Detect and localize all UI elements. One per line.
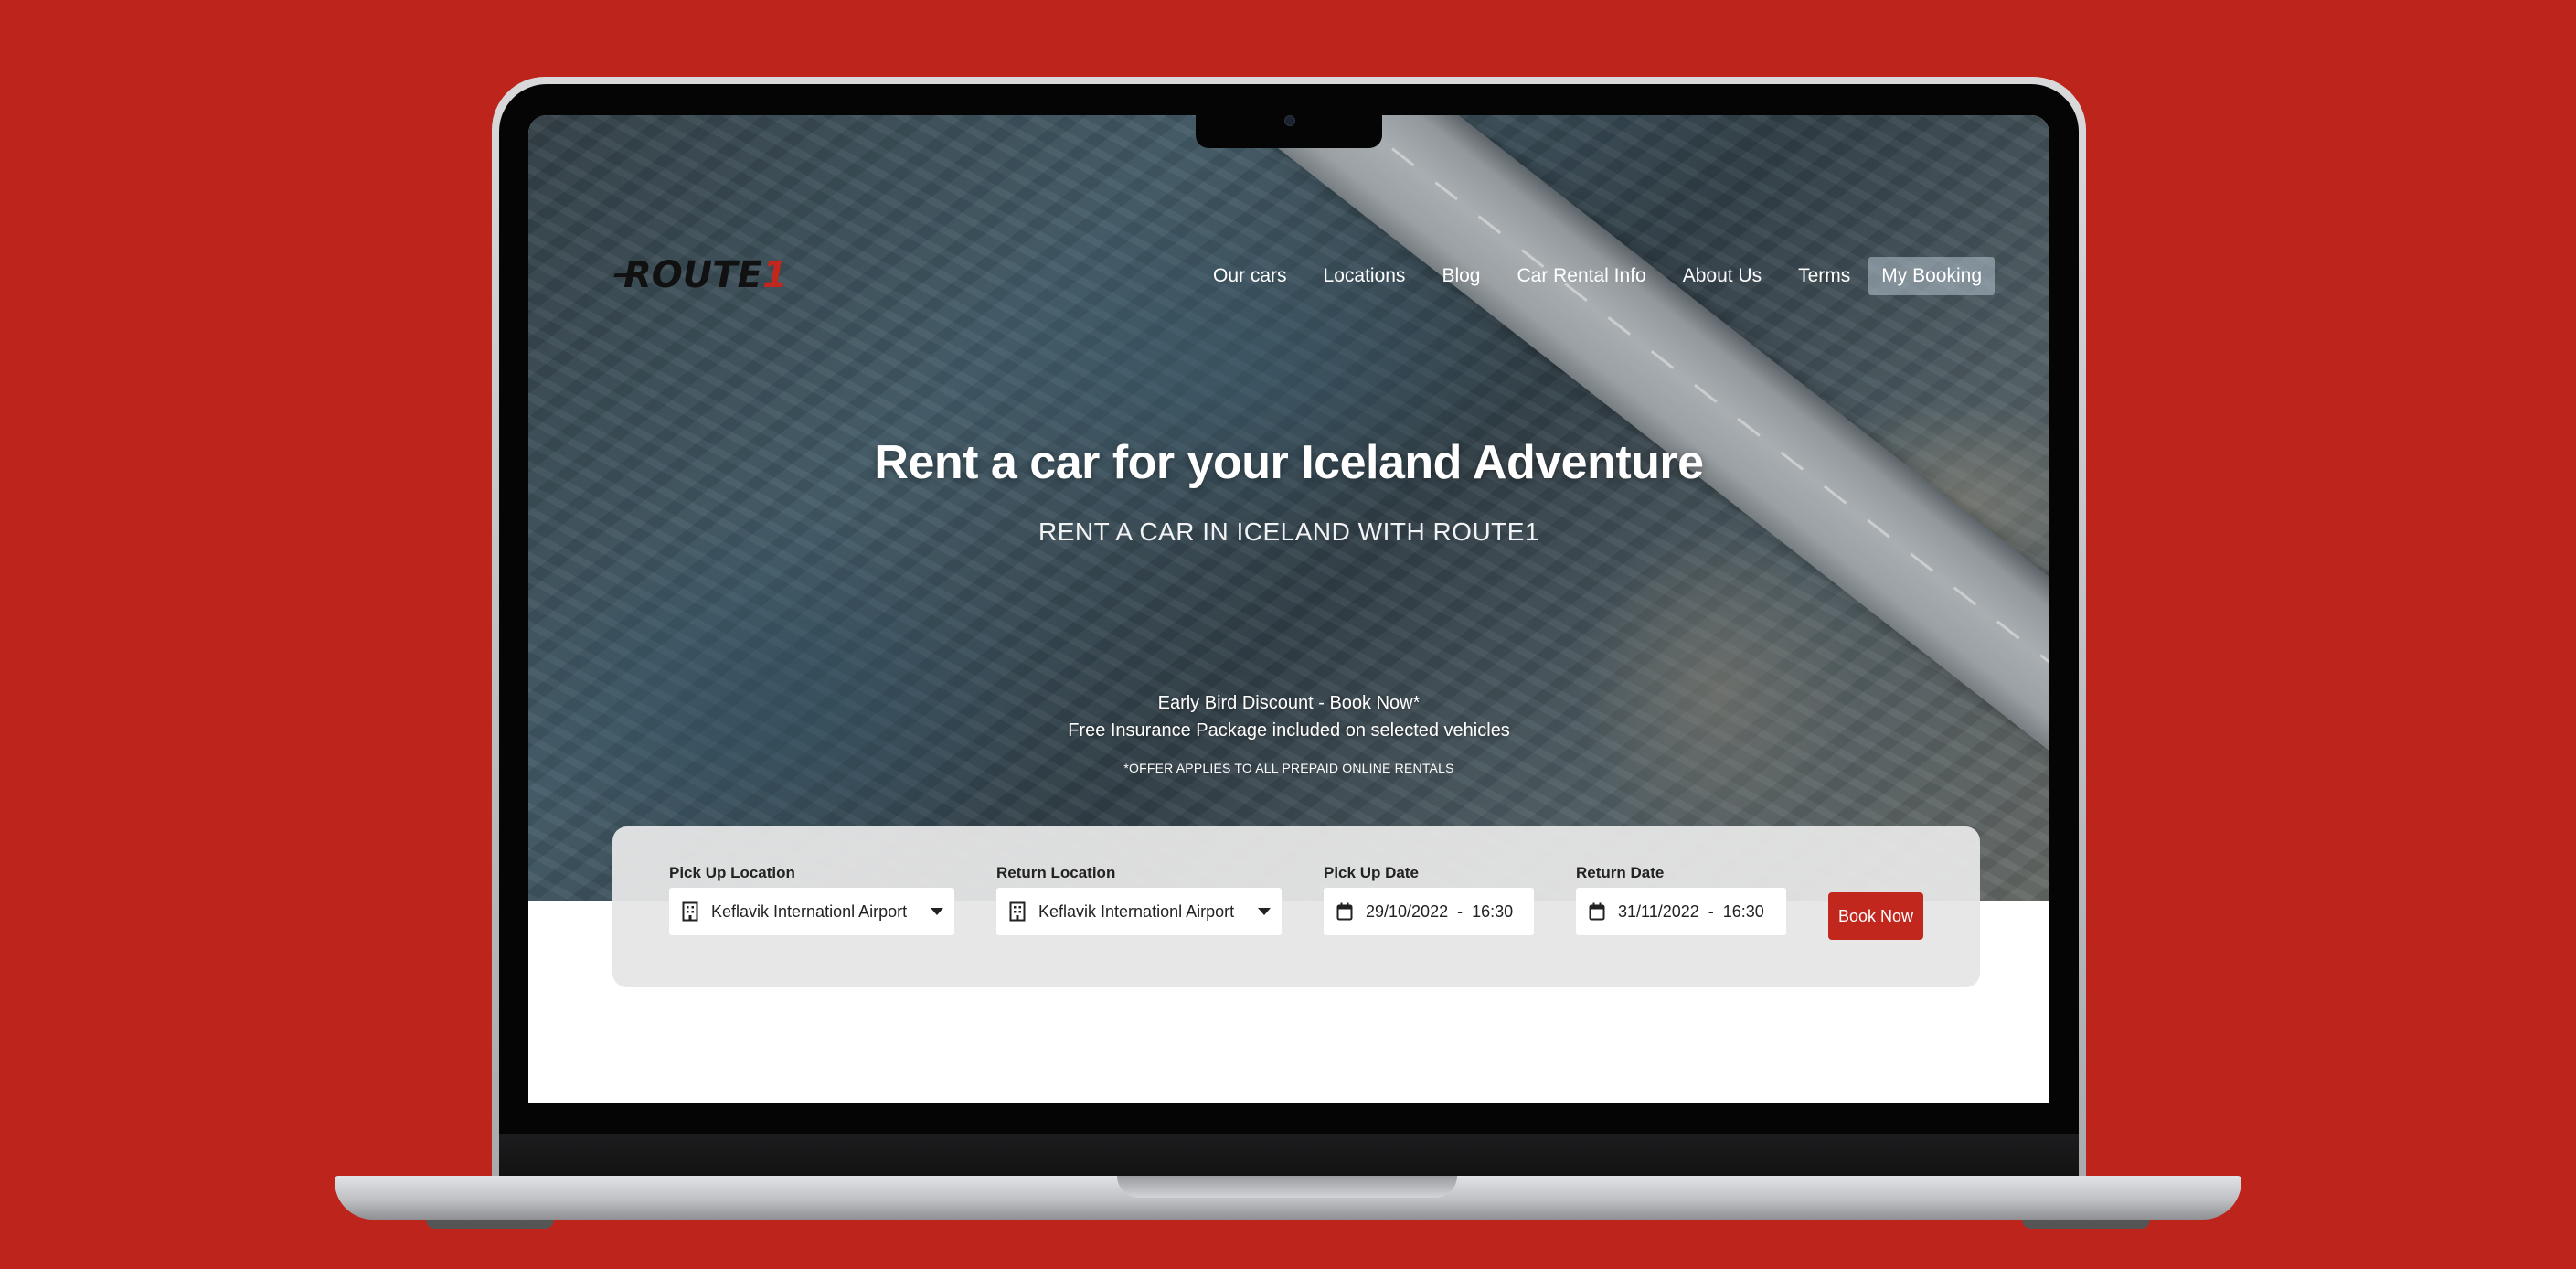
building-icon: [680, 901, 700, 922]
nav-about-us[interactable]: About Us: [1683, 265, 1762, 287]
camera-icon: [1284, 115, 1295, 126]
building-icon: [1007, 901, 1027, 922]
hero-headline: Rent a car for your Iceland Adventure: [874, 436, 1704, 489]
book-now-button[interactable]: Book Now: [1828, 892, 1923, 940]
laptop-foot-left: [426, 1220, 554, 1229]
pickup-date-field: Pick Up Date 29/10/2022 - 16:30: [1324, 863, 1534, 935]
laptop-screen: ROUTE 1 Our cars Locations Blog Car Renta…: [528, 115, 2049, 1103]
main-nav: Our cars Locations Blog Car Rental Info …: [1176, 257, 1995, 295]
return-date-label: Return Date: [1576, 864, 1665, 881]
pickup-location-select[interactable]: Keflavik Internationl Airport: [669, 888, 954, 935]
route1-logo[interactable]: ROUTE 1: [613, 252, 788, 298]
return-location-value: Keflavik Internationl Airport: [1038, 901, 1235, 921]
return-date-input[interactable]: 31/11/2022 - 16:30: [1576, 888, 1786, 935]
laptop-base-notch: [1117, 1176, 1457, 1198]
return-location-select[interactable]: Keflavik Internationl Airport: [996, 888, 1282, 935]
laptop-foot-right: [2022, 1220, 2150, 1229]
hero-subheadline: RENT A CAR IN ICELAND WITH ROUTE1: [1038, 517, 1540, 546]
booking-panel: Pick Up Location Keflavik Internationl A…: [612, 826, 1980, 987]
return-date-value: 31/11/2022 - 16:30: [1618, 901, 1764, 921]
nav-locations[interactable]: Locations: [1324, 265, 1406, 287]
nav-my-booking-button[interactable]: My Booking: [1868, 257, 1995, 295]
calendar-icon: [1587, 901, 1607, 922]
return-date-field: Return Date 31/11/2022 - 16:30: [1576, 863, 1786, 935]
promo-early-bird: Early Bird Discount - Book Now*: [1157, 693, 1421, 713]
nav-car-rental-info[interactable]: Car Rental Info: [1517, 265, 1645, 287]
promo-footnote: *OFFER APPLIES TO ALL PREPAID ONLINE REN…: [1123, 761, 1454, 775]
laptop-base: [335, 1176, 2241, 1220]
pickup-date-label: Pick Up Date: [1324, 864, 1419, 881]
hero-section: ROUTE 1 Our cars Locations Blog Car Renta…: [528, 115, 2049, 901]
nav-blog[interactable]: Blog: [1442, 265, 1480, 287]
return-location-field: Return Location Keflavik Internationl Ai…: [996, 863, 1282, 935]
return-location-label: Return Location: [996, 864, 1116, 881]
calendar-icon: [1335, 901, 1355, 922]
laptop-hinge: [499, 1134, 2079, 1179]
nav-terms[interactable]: Terms: [1798, 265, 1850, 287]
promo-insurance: Free Insurance Package included on selec…: [1068, 720, 1510, 741]
chevron-down-icon: [931, 908, 943, 915]
pickup-location-value: Keflavik Internationl Airport: [711, 901, 908, 921]
pickup-location-field: Pick Up Location Keflavik Internationl A…: [669, 863, 954, 935]
pickup-location-label: Pick Up Location: [669, 864, 795, 881]
camera-notch: [1196, 115, 1382, 148]
pickup-date-input[interactable]: 29/10/2022 - 16:30: [1324, 888, 1534, 935]
nav-our-cars[interactable]: Our cars: [1213, 265, 1287, 287]
pickup-date-value: 29/10/2022 - 16:30: [1366, 901, 1514, 921]
chevron-down-icon: [1258, 908, 1271, 915]
